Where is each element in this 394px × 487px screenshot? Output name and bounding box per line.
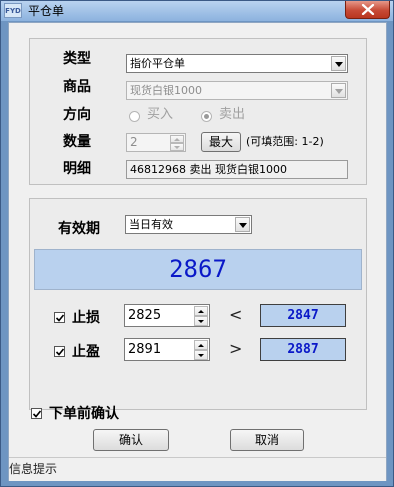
- checkmark-icon: [55, 314, 65, 322]
- chevron-down-icon: [239, 223, 247, 228]
- arrow-down-icon: [174, 146, 180, 149]
- stop-loss-reference-price: 2847: [260, 304, 346, 327]
- product-label: 商品: [63, 79, 91, 95]
- take-profit-label: 止盈: [72, 344, 100, 360]
- stop-loss-checkbox[interactable]: [54, 312, 65, 323]
- buy-radio: [129, 111, 140, 122]
- window-title: 平仓单: [28, 4, 65, 18]
- confirm-before-order-label: 下单前确认: [49, 406, 119, 422]
- max-quantity-button[interactable]: 最大: [201, 132, 241, 152]
- stop-loss-compare: <: [229, 305, 243, 324]
- arrow-down-icon: [198, 320, 204, 323]
- type-select[interactable]: 指价平仓单: [126, 54, 348, 73]
- validity-select[interactable]: 当日有效: [125, 215, 252, 234]
- detail-label: 明细: [63, 161, 91, 177]
- quantity-up: [170, 135, 184, 143]
- stop-loss-up[interactable]: [194, 306, 208, 316]
- arrow-up-icon: [198, 344, 204, 347]
- product-select: 现货白银1000: [126, 81, 348, 100]
- take-profit-value: 2891: [128, 342, 162, 357]
- quantity-stepper: 2: [126, 133, 186, 152]
- arrow-down-icon: [198, 354, 204, 357]
- take-profit-reference-price: 2887: [260, 338, 346, 361]
- take-profit-down[interactable]: [194, 350, 208, 360]
- product-select-arrow: [331, 83, 346, 98]
- checkmark-icon: [32, 410, 42, 418]
- close-icon: [361, 4, 375, 15]
- take-profit-stepper[interactable]: 2891: [124, 338, 210, 361]
- arrow-up-icon: [198, 310, 204, 313]
- validity-select-value: 当日有效: [129, 218, 173, 231]
- stop-loss-down[interactable]: [194, 316, 208, 326]
- cancel-button[interactable]: 取消: [230, 429, 304, 451]
- current-price-display: 2867: [34, 249, 362, 290]
- take-profit-compare: >: [229, 339, 243, 358]
- order-info-panel: 类型 指价平仓单 商品 现货白银1000 方向 买入 卖出 数量 2 最大 (可…: [29, 38, 367, 185]
- sell-radio: [201, 111, 212, 122]
- confirm-button[interactable]: 确认: [93, 429, 169, 451]
- dialog-client-area: 类型 指价平仓单 商品 现货白银1000 方向 买入 卖出 数量 2 最大 (可…: [8, 22, 387, 481]
- title-bar[interactable]: FYD 平仓单: [1, 1, 393, 21]
- sell-radio-label: 卖出: [219, 107, 246, 122]
- close-button[interactable]: [345, 1, 390, 19]
- chevron-down-icon: [335, 89, 343, 94]
- order-window: FYD 平仓单 类型 指价平仓单 商品 现货白银1000 方向 买入 卖出 数量…: [0, 0, 394, 487]
- chevron-down-icon: [335, 62, 343, 67]
- stop-loss-spin-buttons[interactable]: [194, 306, 208, 326]
- product-select-value: 现货白银1000: [130, 84, 202, 97]
- quantity-label: 数量: [63, 134, 91, 150]
- detail-field: 46812968 卖出 现货白银1000: [126, 160, 348, 179]
- validity-label: 有效期: [58, 221, 100, 237]
- status-text: 信息提示: [9, 462, 58, 476]
- quantity-spin-buttons: [170, 135, 184, 151]
- type-select-value: 指价平仓单: [130, 57, 185, 70]
- quantity-value: 2: [130, 135, 138, 149]
- quantity-down: [170, 143, 184, 151]
- stop-loss-label: 止损: [72, 310, 100, 326]
- buy-radio-label: 买入: [147, 107, 174, 122]
- direction-label: 方向: [63, 107, 91, 123]
- validity-select-arrow[interactable]: [235, 217, 250, 232]
- app-icon: FYD: [4, 3, 22, 18]
- checkmark-icon: [55, 348, 65, 356]
- status-bar: 信息提示: [9, 457, 386, 481]
- take-profit-up[interactable]: [194, 340, 208, 350]
- confirm-before-order-checkbox[interactable]: [31, 408, 42, 419]
- arrow-up-icon: [174, 138, 180, 141]
- take-profit-spin-buttons[interactable]: [194, 340, 208, 360]
- quantity-range-text: (可填范围: 1-2): [246, 135, 324, 148]
- type-select-arrow[interactable]: [331, 56, 346, 71]
- type-label: 类型: [63, 51, 91, 67]
- stop-loss-value: 2825: [128, 308, 162, 323]
- stop-loss-stepper[interactable]: 2825: [124, 304, 210, 327]
- take-profit-checkbox[interactable]: [54, 346, 65, 357]
- detail-value: 46812968 卖出 现货白银1000: [130, 163, 287, 176]
